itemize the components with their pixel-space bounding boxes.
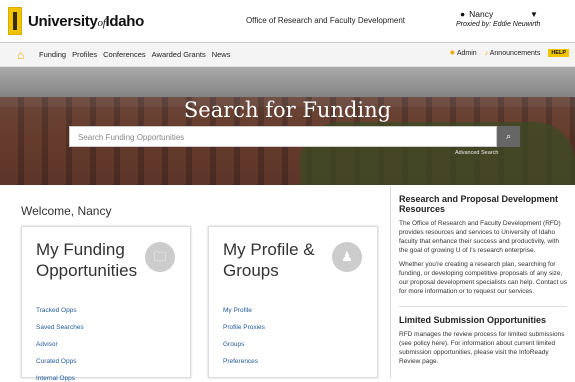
admin-label: Admin xyxy=(456,50,477,57)
office-title: Office of Research and Faculty Developme… xyxy=(245,16,405,25)
limited-submission-description: RFD manages the review process for limit… xyxy=(399,331,565,365)
my-profile-link[interactable]: My Profile xyxy=(223,307,265,314)
hero-title: Search for Funding xyxy=(183,98,392,122)
proxied-by-text: Proxied by: Eddie Neuwirth xyxy=(456,21,541,28)
announcements-link[interactable]: ♪ Announcements xyxy=(485,50,541,57)
university-logo[interactable]: UniversityofIdaho xyxy=(8,7,144,35)
home-icon[interactable]: ⌂ xyxy=(17,48,33,62)
search-input[interactable]: Search Funding Opportunities xyxy=(69,126,497,147)
limited-submission-heading: Limited Submission Opportunities xyxy=(399,315,547,325)
development-description: Whether you're creating a research plan,… xyxy=(399,261,568,295)
user-name: Nancy xyxy=(469,9,494,19)
tracked-opps-link[interactable]: Tracked Opps xyxy=(36,307,84,314)
nav-conferences[interactable]: Conferences xyxy=(103,50,146,59)
resources-sidebar: Research and Proposal Development Resour… xyxy=(390,186,575,378)
advisor-link[interactable]: Advisor xyxy=(36,341,84,348)
saved-searches-link[interactable]: Saved Searches xyxy=(36,324,84,331)
top-header: UniversityofIdaho Office of Research and… xyxy=(0,0,575,43)
announcements-label: Announcements xyxy=(489,49,541,57)
welcome-heading: Welcome, Nancy xyxy=(21,204,112,218)
profile-proxies-link[interactable]: Profile Proxies xyxy=(223,324,265,331)
internal-opps-link[interactable]: Internal Opps xyxy=(36,375,84,382)
rfd-description: The Office of Research and Faculty Devel… xyxy=(399,220,561,254)
nav-funding[interactable]: Funding xyxy=(39,50,66,59)
preferences-link[interactable]: Preferences xyxy=(223,358,265,365)
nav-news[interactable]: News xyxy=(212,50,231,59)
main-navbar: ⌂ Funding Profiles Conferences Awarded G… xyxy=(0,43,575,67)
help-button[interactable]: HELP xyxy=(548,49,569,57)
nav-awarded-grants[interactable]: Awarded Grants xyxy=(152,50,206,59)
user-icon: ● xyxy=(460,9,466,19)
nav-profiles[interactable]: Profiles xyxy=(72,50,97,59)
groups-link[interactable]: Groups xyxy=(223,341,265,348)
search-button[interactable]: ⌕ xyxy=(497,126,520,147)
idaho-mark-icon xyxy=(8,7,22,35)
funding-opportunities-card: My Funding Opportunities 🗀 Tracked Opps … xyxy=(21,226,191,382)
logo-text: UniversityofIdaho xyxy=(28,12,145,30)
resources-heading: Research and Proposal Development Resour… xyxy=(399,194,559,214)
profile-groups-card: My Profile & Groups ♟ My Profile Profile… xyxy=(208,226,378,378)
curated-opps-link[interactable]: Curated Opps xyxy=(36,358,84,365)
bell-icon: ♪ xyxy=(484,49,489,57)
folder-icon: 🗀 xyxy=(145,242,175,272)
gear-icon: ✹ xyxy=(449,50,456,57)
advanced-search-link[interactable]: Advanced Search xyxy=(455,150,498,156)
admin-link[interactable]: ✹ Admin xyxy=(449,49,476,57)
chevron-down-icon[interactable]: ▼ xyxy=(530,10,538,19)
search-icon: ⌕ xyxy=(505,131,512,141)
divider xyxy=(399,306,567,307)
group-icon: ♟ xyxy=(332,242,362,272)
user-menu[interactable]: ● Nancy ▼ Proxied by: Eddie Neuwirth xyxy=(456,9,540,28)
